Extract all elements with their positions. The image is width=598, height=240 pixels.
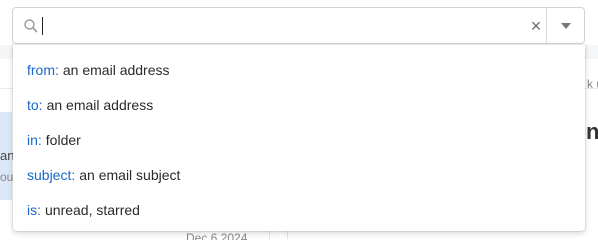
suggestion-key: in: <box>27 131 42 148</box>
background-title-fragment: na <box>586 119 598 144</box>
suggestion-description: an email subject <box>79 166 181 183</box>
suggestion-key: to: <box>27 96 43 113</box>
text-caret <box>42 17 43 35</box>
suggestion-description: unread, starred <box>45 201 140 218</box>
suggestion-in[interactable]: in: folder <box>13 122 585 157</box>
suggestion-from[interactable]: from: an email address <box>13 52 585 87</box>
search-options-dropdown-button[interactable] <box>547 8 584 43</box>
search-bar: × <box>12 7 585 44</box>
suggestion-description: an email address <box>46 96 154 113</box>
suggestion-key: is: <box>27 201 41 218</box>
search-suggestions-panel: from: an email address to: an email addr… <box>13 45 585 231</box>
background-header-fragment: k u <box>587 77 598 91</box>
search-icon <box>24 19 38 33</box>
suggestion-description: an email address <box>62 61 170 78</box>
suggestion-key: subject: <box>27 166 76 183</box>
close-icon: × <box>530 16 542 36</box>
suggestion-subject[interactable]: subject: an email subject <box>13 157 585 192</box>
chevron-down-icon <box>560 22 571 29</box>
suggestion-key: from: <box>27 61 59 78</box>
suggestion-description: folder <box>45 131 81 148</box>
clear-search-button[interactable]: × <box>526 15 546 37</box>
app-stage: an ou k u na Dec 6 2024 × from: an email… <box>0 0 598 240</box>
search-input[interactable] <box>41 14 521 38</box>
suggestion-is[interactable]: is: unread, starred <box>13 192 585 227</box>
suggestion-to[interactable]: to: an email address <box>13 87 585 122</box>
background-date-fragment: Dec 6 2024 <box>186 231 248 240</box>
background-message-fragment-2: ou <box>0 170 14 184</box>
